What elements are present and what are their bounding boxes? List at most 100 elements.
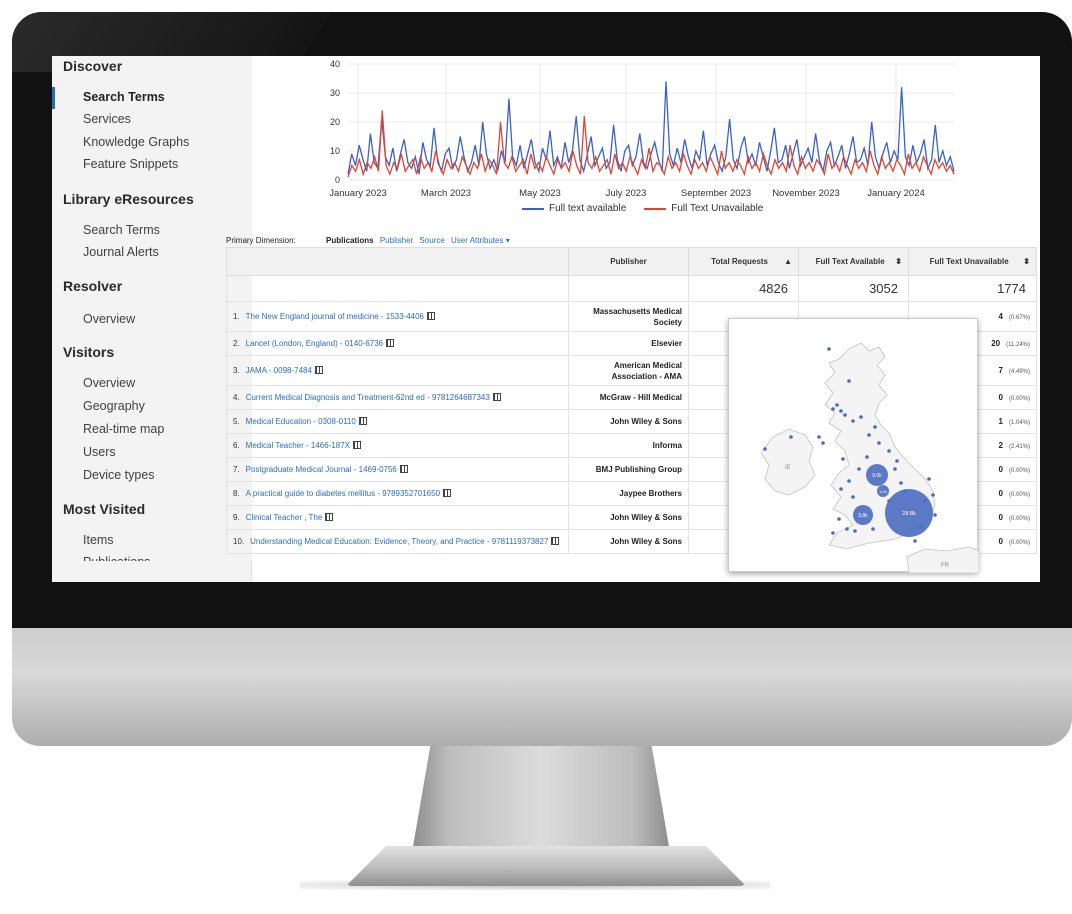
publication-link[interactable]: 7. Postgraduate Medical Journal - 1469-07… [226, 457, 569, 482]
chart-ytick-label: 40 [330, 59, 340, 69]
header-full-text-unavailable[interactable]: Full Text Unavailable ⬍ [908, 247, 1037, 276]
map-location-dot[interactable] [887, 449, 891, 453]
publication-type-icon [399, 465, 408, 473]
header-total-requests[interactable]: Total Requests ▲ [688, 247, 799, 276]
map-location-dot[interactable] [835, 403, 839, 407]
sidebar-item-resolver-overview[interactable]: Overview [83, 312, 135, 326]
publication-link[interactable]: 10. Understanding Medical Education: Evid… [226, 529, 569, 554]
monitor-stand-base [346, 846, 746, 886]
publication-link[interactable]: 9. Clinical Teacher , The [226, 505, 569, 530]
sidebar-section-visitors[interactable]: Visitors [63, 344, 114, 360]
dimension-option-source[interactable]: Source [419, 236, 444, 245]
publication-link[interactable]: 4. Current Medical Diagnosis and Treatmen… [226, 385, 569, 410]
map-location-dot[interactable] [837, 517, 841, 521]
map-location-dot[interactable] [933, 513, 937, 517]
sidebar-section-resolver[interactable]: Resolver [63, 278, 122, 294]
dimension-option-user-attributes[interactable]: User Attributes ▾ [451, 236, 510, 245]
bubble-label-1k: 1.0k [879, 489, 887, 494]
map-bubble-3-8k[interactable]: 3.8k [853, 505, 873, 525]
publication-type-icon [314, 366, 323, 374]
publication-title: Clinical Teacher , The [245, 513, 323, 522]
unavailable-count: 2 [998, 441, 1003, 450]
map-location-dot[interactable] [847, 479, 851, 483]
map-location-dot[interactable] [927, 477, 931, 481]
sidebar-item-services[interactable]: Services [83, 112, 131, 126]
publication-link[interactable]: 5. Medical Education - 0308-0110 [226, 409, 569, 434]
map-location-dot[interactable] [851, 419, 855, 423]
publication-link[interactable]: 3. JAMA - 0098-7484 [226, 355, 569, 386]
bubble-label-3-8k: 3.8k [858, 513, 868, 519]
sidebar-active-indicator [52, 87, 55, 109]
map-location-dot[interactable] [843, 413, 847, 417]
publication-link[interactable]: 2. Lancet (London, England) - 0140-6736 [226, 331, 569, 356]
map-location-dot[interactable] [893, 467, 897, 471]
map-location-dot[interactable] [931, 493, 935, 497]
sidebar-item-visitors-overview[interactable]: Overview [83, 376, 135, 390]
map-location-dot[interactable] [853, 529, 857, 533]
map-bubble-28-8k[interactable]: 28.8k [885, 489, 933, 537]
publication-link[interactable]: 1. The New England journal of medicine - … [226, 301, 569, 332]
sidebar-section-most-visited[interactable]: Most Visited [63, 501, 145, 517]
map-location-dot[interactable] [859, 415, 863, 419]
dimension-option-publications[interactable]: Publications [326, 236, 374, 245]
map-location-dot[interactable] [821, 441, 825, 445]
header-full-text-available[interactable]: Full Text Available ⬍ [798, 247, 909, 276]
map-location-dot[interactable] [913, 539, 917, 543]
map-location-dot[interactable] [827, 347, 831, 351]
map-bubble-1k[interactable]: 1.0k [877, 485, 889, 497]
publication-type-icon [386, 339, 395, 347]
map-location-dot[interactable] [789, 435, 793, 439]
map-location-dot[interactable] [867, 433, 871, 437]
map-location-dot[interactable] [871, 527, 875, 531]
sidebar-item-device-types[interactable]: Device types [83, 468, 155, 482]
sidebar-item-search-terms[interactable]: Search Terms [83, 90, 165, 104]
sidebar-item-feature-snippets[interactable]: Feature Snippets [83, 157, 178, 171]
map-location-dot[interactable] [839, 487, 843, 491]
dimension-option-publisher[interactable]: Publisher [380, 236, 413, 245]
sidebar-item-users[interactable]: Users [83, 445, 116, 459]
publication-link[interactable]: 8. A practical guide to diabetes mellitus… [226, 481, 569, 506]
sidebar-section-library-eresources[interactable]: Library eResources [63, 191, 194, 207]
header-total-requests-label: Total Requests [711, 257, 768, 266]
unavailable-percent: (4.49%) [1008, 369, 1030, 375]
sidebar-item-real-time-map[interactable]: Real-time map [83, 422, 164, 436]
map-location-dot[interactable] [865, 455, 869, 459]
sort-toggle-icon[interactable]: ⬍ [1023, 257, 1030, 266]
map-location-dot[interactable] [873, 425, 877, 429]
france-outline [906, 546, 979, 573]
sidebar-item-items[interactable]: Items [83, 533, 114, 547]
publication-link[interactable]: 6. Medical Teacher - 1466-187X [226, 433, 569, 458]
sidebar-item-geography[interactable]: Geography [83, 399, 145, 413]
map-location-dot[interactable] [763, 447, 767, 451]
sidebar-item-knowledge-graphs[interactable]: Knowledge Graphs [83, 135, 189, 149]
unavailable-count: 7 [998, 366, 1003, 375]
map-location-dot[interactable] [847, 379, 851, 383]
map-location-dot[interactable] [831, 407, 835, 411]
row-number: 3. [233, 366, 240, 375]
map-location-dot[interactable] [841, 457, 845, 461]
map-location-dot[interactable] [895, 459, 899, 463]
map-location-dot[interactable] [851, 495, 855, 499]
uk-geography-map-popup[interactable]: IE FR 9.0k 1.0k 3.8k 28.8k [728, 318, 979, 573]
map-location-dot[interactable] [899, 481, 903, 485]
map-location-dot[interactable] [839, 409, 843, 413]
legend-entry-unavailable[interactable]: Full Text Unavailable [644, 203, 763, 214]
publisher-cell: American Medical Association - AMA [568, 355, 689, 386]
map-location-dot[interactable] [877, 441, 881, 445]
legend-entry-available[interactable]: Full text available [522, 203, 626, 214]
publisher-cell: John Wiley & Sons [568, 529, 689, 554]
row-number: 9. [233, 513, 240, 522]
legend-swatch-available [522, 207, 544, 210]
map-bubble-9k[interactable]: 9.0k [866, 464, 888, 486]
sort-toggle-icon[interactable]: ⬍ [895, 257, 902, 266]
map-location-dot[interactable] [817, 435, 821, 439]
header-publisher[interactable]: Publisher [568, 247, 689, 276]
map-location-dot[interactable] [857, 467, 861, 471]
sort-asc-icon[interactable]: ▲ [784, 257, 792, 266]
sidebar-item-journal-alerts[interactable]: Journal Alerts [83, 245, 159, 259]
map-location-dot[interactable] [831, 531, 835, 535]
sidebar-item-eresources-search-terms[interactable]: Search Terms [83, 223, 160, 237]
unavailable-count: 0 [998, 465, 1003, 474]
map-location-dot[interactable] [845, 527, 849, 531]
sidebar-section-discover[interactable]: Discover [63, 58, 122, 74]
